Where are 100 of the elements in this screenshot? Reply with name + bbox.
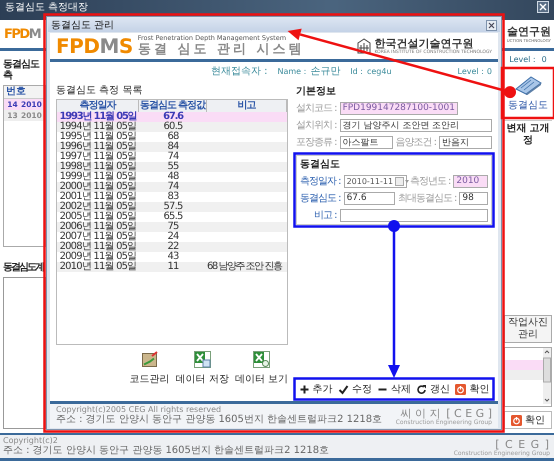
side-label: 변재 고개 정	[504, 120, 552, 147]
address-text: 주소 : 경기도 안양시 동안구 관양동 1605번지 한솔센트럴파크2 1218호	[3, 445, 330, 457]
text-field[interactable]: 98	[459, 192, 488, 204]
field-label: 비고 :	[314, 209, 337, 222]
table-cell-text: 2000년 11월 05일	[58, 182, 138, 192]
table-row[interactable]: 2005년 11월 05일 65.5	[57, 212, 287, 222]
refresh-icon	[416, 384, 428, 394]
table-cell-text: 1993년 11월 05일	[58, 112, 138, 122]
table-row[interactable]: 1998년 11월 05일 55	[57, 162, 287, 172]
sheet-icon	[513, 74, 543, 94]
field-label: 측정년도 :	[410, 175, 450, 188]
user-caption: 현재접속자 :	[210, 66, 268, 77]
company-name: 씨 이 지	[400, 408, 440, 419]
group-title: 동결심도	[300, 158, 341, 171]
table-cell-text: 2008년 11월 05일	[58, 242, 138, 252]
table-row[interactable]: 2009년 11월 05일 43	[57, 252, 287, 262]
table-cell-text: 24	[166, 232, 180, 242]
table-row[interactable]: 2007년 11월 05일 24	[57, 232, 287, 242]
table-row[interactable]: 2000년 11월 05일 74	[57, 182, 287, 192]
plus-icon	[298, 384, 310, 394]
table-row[interactable]: 2008년 11월 05일 22	[57, 242, 287, 252]
ok-button[interactable]: 확인	[504, 411, 552, 429]
photo-tab[interactable]: 작업사진관리	[504, 315, 552, 343]
close-icon[interactable]	[486, 20, 497, 30]
window-title: 동결심도 측정대장	[5, 1, 88, 14]
org-name: 한국건설기술연구원	[374, 37, 474, 50]
table-row[interactable]: 2001년 11월 05일 83	[57, 192, 287, 202]
power-icon	[455, 384, 466, 394]
text-field[interactable]: 반음지	[439, 136, 492, 148]
calendar-icon	[395, 176, 410, 186]
tool-button[interactable]: 데이터 보기	[234, 351, 288, 386]
table-row[interactable]: 1996년 11월 05일 84	[57, 142, 287, 152]
table-cell-text: 1998년 11월 05일	[58, 162, 138, 172]
field-label: 음양조건 :	[396, 136, 436, 149]
table-cell-text: 2009년 11월 05일	[58, 252, 138, 262]
column-header: 번호	[5, 86, 27, 98]
table-cell-text: 11	[166, 262, 180, 272]
refresh-button[interactable]: 갱신	[414, 382, 452, 396]
table-row[interactable]: 1993년 11월 05일 67.6	[57, 112, 287, 122]
check-icon	[338, 384, 349, 394]
add-button[interactable]: 추가	[296, 382, 335, 396]
level-value: 0	[486, 66, 492, 77]
table-cell-text: 2002년 11월 05일	[58, 202, 138, 212]
level-value: 0	[542, 55, 547, 64]
table-cell-text: 57.5	[162, 202, 184, 212]
table-row[interactable]: 2006년 11월 05일 75	[57, 222, 287, 232]
table-cell-text: 60.5	[162, 122, 184, 132]
spreadsheet-icon	[252, 351, 270, 368]
table-cell-text: 2001년 11월 05일	[58, 192, 138, 202]
table-cell-text: 74	[166, 182, 180, 192]
table-cell-text: 1994년 11월 05일	[58, 122, 138, 132]
level-label: Level :	[509, 55, 536, 64]
spreadsheet-icon	[194, 351, 211, 368]
text-field[interactable]: 경기 남양주시 조안면 조안리	[340, 118, 492, 132]
copyright-text: Copyright(c)2	[3, 436, 59, 445]
text-field[interactable]	[340, 208, 488, 222]
notepad-icon	[141, 351, 158, 368]
level-label: Level :	[458, 66, 484, 77]
text-field[interactable]: 아스팔트	[340, 136, 392, 148]
app-logo: FPDM	[4, 26, 40, 42]
section-title: 동결심도 측	[3, 59, 40, 81]
user-id: ceg4u	[366, 66, 392, 77]
ok-button[interactable]: 확인	[453, 382, 492, 396]
field-label: 최대동결심도 :	[398, 192, 456, 205]
table-row[interactable]: 1994년 11월 05일 60.5	[57, 122, 287, 132]
table-cell-text: 1997년 11월 05일	[58, 152, 138, 162]
table-cell-text: 67.6	[162, 112, 184, 122]
app-name: 동결 심도 관리 시스템	[138, 42, 304, 57]
table-cell-text: 83	[167, 192, 179, 202]
company-logo: [ C E G ]	[446, 408, 492, 419]
table-row[interactable]: 1995년 11월 05일 68	[57, 132, 287, 142]
table-cell-text: 2005년 11월 05일	[58, 212, 138, 222]
tool-button[interactable]: 데이터 저장	[176, 351, 229, 386]
table-cell-text: 1996년 11월 05일	[58, 142, 138, 152]
table-row[interactable]: 2010년 11월 05일 11 68 남양주 조안 진흥	[57, 262, 287, 272]
edit-button[interactable]: 수정	[336, 382, 374, 396]
tool-button[interactable]: 코드관리	[130, 351, 170, 386]
table-cell-text: 2006년 11월 05일	[58, 222, 138, 232]
address-text: 주소 : 경기도 안양시 동안구 관양동 1605번지 한솔센트럴파크2 1218호	[56, 414, 382, 426]
field-label: 포장종류 :	[296, 136, 337, 149]
delete-button[interactable]: 삭제	[374, 382, 413, 396]
text-field[interactable]: 2010	[453, 174, 488, 188]
table-cell-text: 84	[166, 142, 180, 152]
company-logo: [ C E G ]	[495, 439, 550, 450]
table-row[interactable]: 2002년 11월 05일 57.5	[57, 202, 287, 212]
group-title: 동결심도 측정 목록	[56, 85, 144, 97]
text-field[interactable]: FPD199147287100-1001	[340, 102, 458, 114]
text-field[interactable]: 67.6	[344, 192, 395, 204]
table-cell-text: 1995년 11월 05일	[58, 132, 138, 142]
table-row[interactable]: 1999년 11월 05일 48	[57, 172, 287, 182]
table-cell-text: 68 남양주 조안 진흥	[207, 262, 283, 272]
text-field[interactable]: 2010-11-11	[344, 174, 407, 188]
table-row[interactable]: 1997년 11월 05일 74	[57, 152, 287, 162]
emblem-icon	[357, 38, 372, 54]
table-cell-text: 2007년 11월 05일	[58, 232, 138, 242]
copyright-text: Copyright(c)2005 CEG All rights reserved	[56, 405, 222, 414]
table-cell-text: 1999년 11월 05일	[58, 172, 138, 182]
table-cell-text: 55	[166, 162, 180, 172]
power-icon	[511, 414, 522, 426]
table-cell-text: 75	[166, 222, 180, 232]
